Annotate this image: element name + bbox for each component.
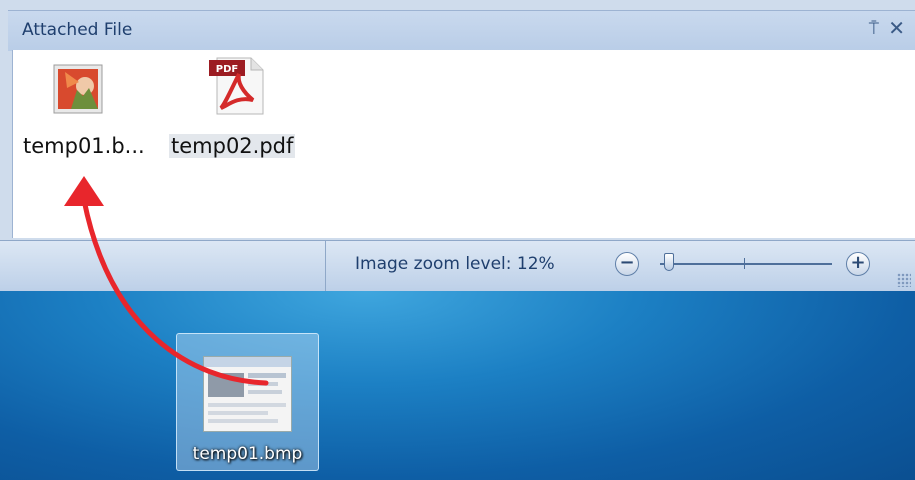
desktop-background: temp01.bmp <box>0 291 915 480</box>
bitmap-image-icon <box>53 64 103 118</box>
zoom-slider-center-tick <box>744 258 745 269</box>
status-bar: Image zoom level: 12% − + <box>0 240 915 291</box>
status-bar-segment <box>0 241 326 291</box>
zoom-label: Image zoom level: <box>355 254 512 274</box>
desktop-file-icon[interactable]: temp01.bmp <box>176 333 319 471</box>
file-label: temp02.pdf <box>169 134 296 158</box>
pdf-badge-text: PDF <box>216 64 238 75</box>
zoom-out-button[interactable]: − <box>615 252 639 276</box>
desktop-file-label: temp01.bmp <box>192 444 303 464</box>
pdf-file-icon: PDF <box>207 56 271 120</box>
attached-file-panel: Attached File ⍑ ✕ temp01.b... PDF temp02… <box>0 0 915 240</box>
close-icon[interactable]: ✕ <box>888 16 905 40</box>
panel-title: Attached File <box>22 20 133 40</box>
resize-grip-icon[interactable] <box>897 273 911 287</box>
zoom-slider-track[interactable] <box>660 263 832 265</box>
panel-header: Attached File ⍑ ✕ <box>8 10 915 51</box>
pin-icon[interactable]: ⍑ <box>869 19 879 39</box>
bitmap-file-thumbnail <box>203 356 292 432</box>
attached-files-list: temp01.b... PDF temp02.pdf <box>12 50 915 238</box>
zoom-level-text: Image zoom level: 12% <box>355 254 555 274</box>
zoom-slider-thumb[interactable] <box>663 253 674 271</box>
zoom-in-button[interactable]: + <box>846 252 870 276</box>
zoom-value: 12% <box>516 254 555 274</box>
file-label: temp01.b... <box>23 134 145 158</box>
